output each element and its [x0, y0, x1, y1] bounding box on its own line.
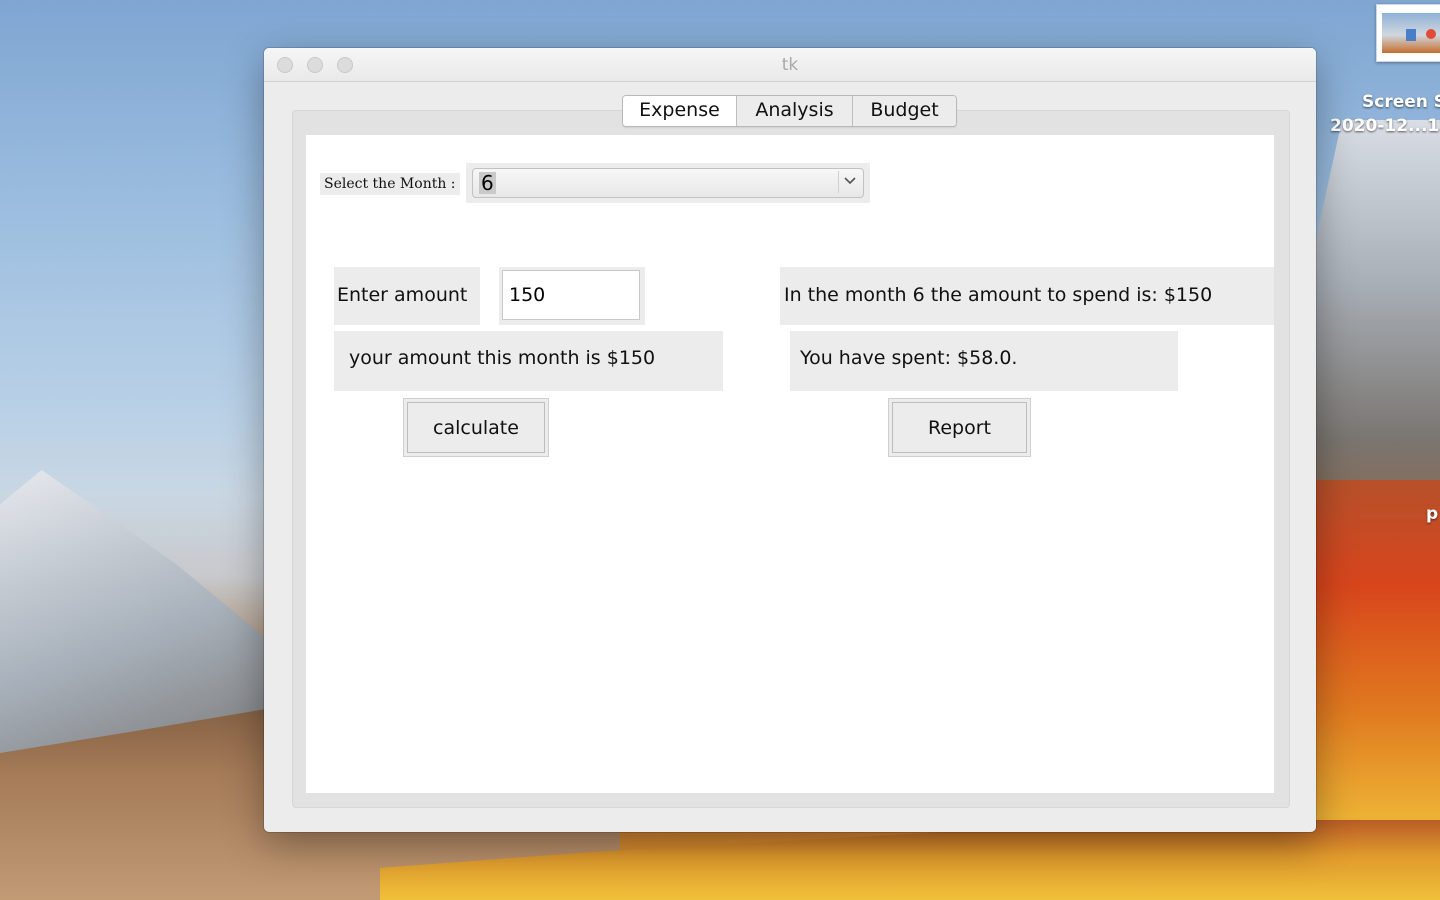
desktop-mountain-right: [1300, 120, 1440, 520]
month-amount-result-label: your amount this month is $150: [334, 331, 723, 391]
thumbnail-image: [1382, 13, 1440, 53]
desktop-file-label-line1[interactable]: Screen S: [1362, 92, 1440, 112]
tab-budget[interactable]: Budget: [853, 96, 956, 126]
app-window: tk Expense Analysis Budget Select the Mo…: [264, 48, 1316, 832]
amount-spent-label: You have spent: $58.0.: [790, 331, 1178, 391]
month-combobox[interactable]: 6: [472, 168, 864, 198]
tab-bar: Expense Analysis Budget: [622, 95, 957, 127]
amount-input[interactable]: [502, 270, 640, 320]
title-bar[interactable]: tk: [264, 48, 1316, 82]
amount-field-frame: [499, 267, 645, 325]
select-month-label: Select the Month :: [320, 173, 460, 195]
budget-panel: Select the Month : 6 Enter amount your a…: [306, 135, 1274, 793]
desktop-file-thumbnail[interactable]: [1376, 4, 1440, 62]
window-title: tk: [781, 55, 799, 75]
amount-to-spend-label: In the month 6 the amount to spend is: $…: [780, 267, 1274, 325]
enter-amount-label: Enter amount: [334, 267, 480, 325]
desktop-partial-label[interactable]: p: [1426, 504, 1438, 524]
report-button-label[interactable]: Report: [892, 402, 1027, 453]
tab-analysis[interactable]: Analysis: [737, 96, 853, 126]
thumbnail-dot: [1426, 29, 1436, 39]
month-combobox-value[interactable]: 6: [479, 172, 496, 194]
tab-expense[interactable]: Expense: [623, 96, 737, 126]
calculate-button-label[interactable]: calculate: [407, 402, 545, 453]
thumbnail-bar: [1406, 29, 1416, 41]
report-button[interactable]: Report: [888, 398, 1031, 457]
month-combobox-frame: 6: [466, 163, 870, 203]
chevron-down-icon[interactable]: [838, 171, 861, 193]
calculate-button[interactable]: calculate: [403, 398, 549, 457]
desktop-file-label-line2[interactable]: 2020-12...13: [1330, 116, 1440, 136]
